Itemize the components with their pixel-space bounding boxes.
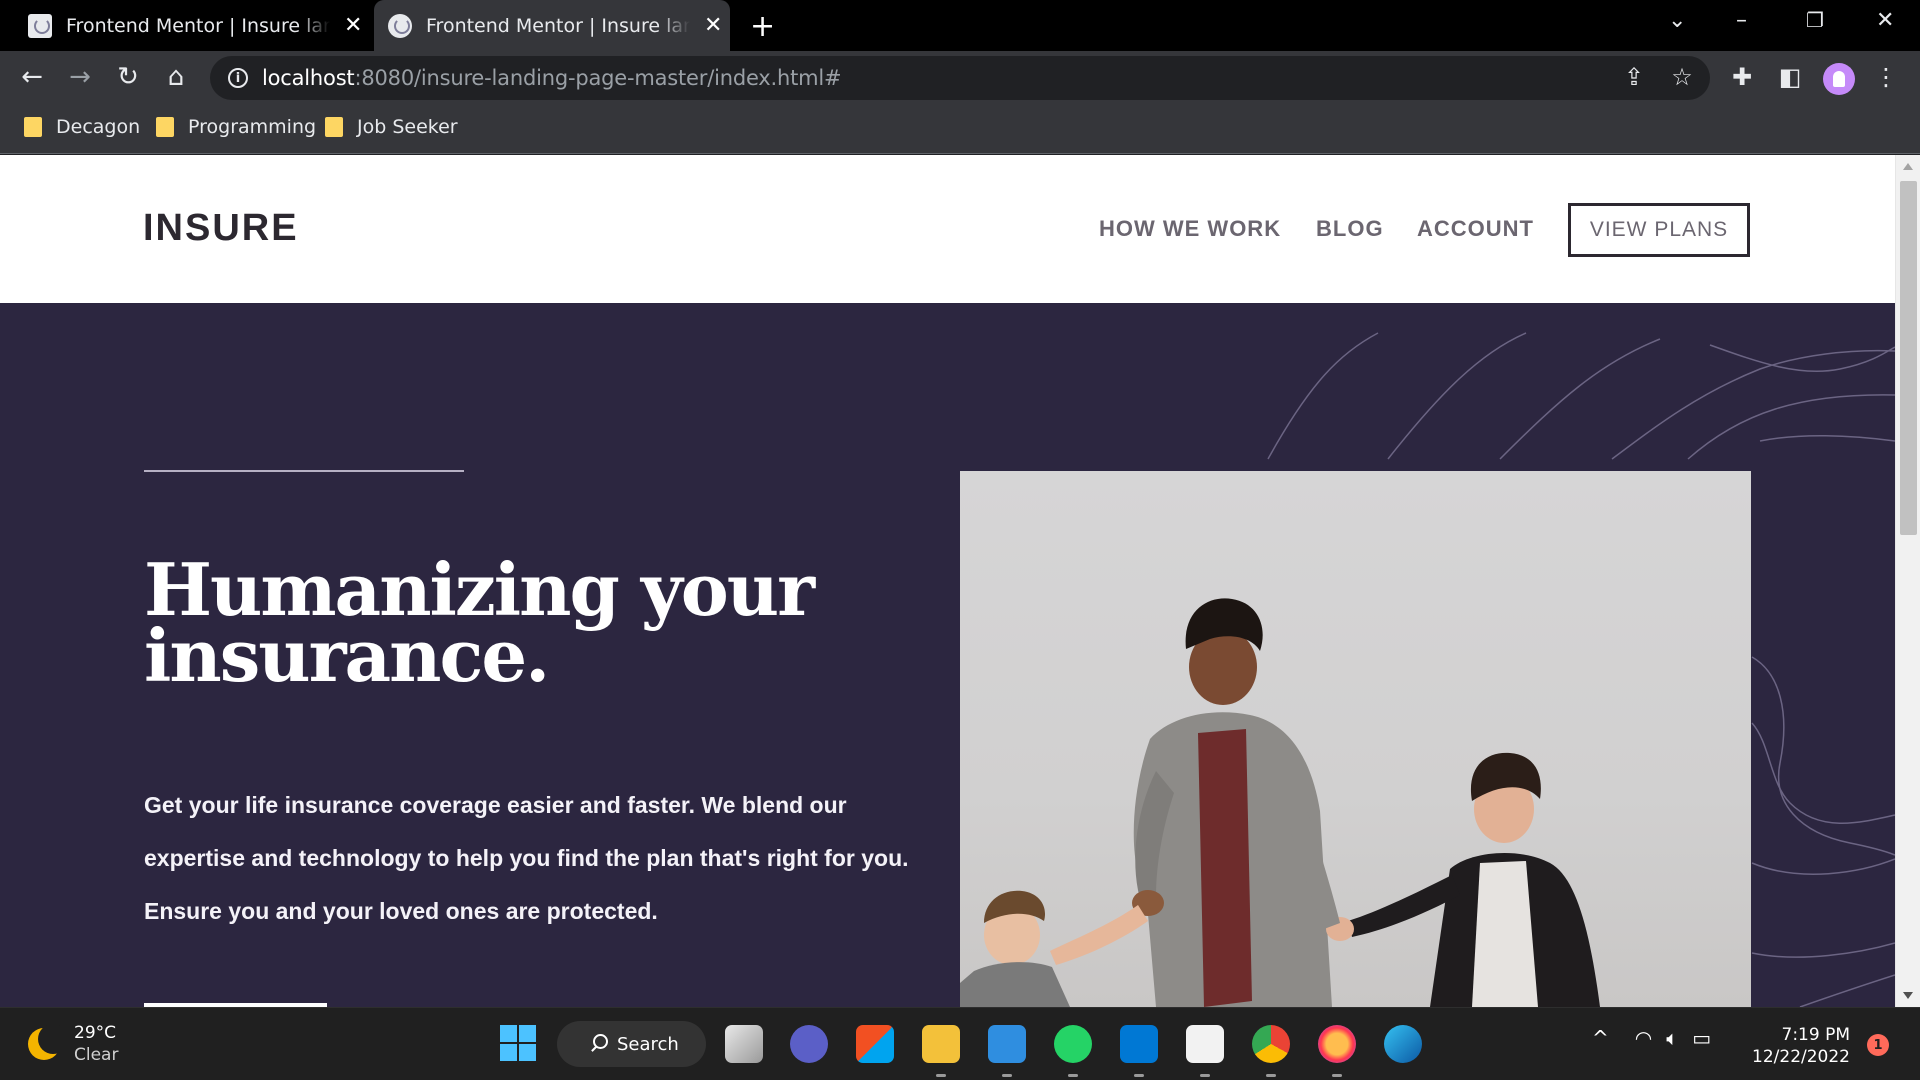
bookmark-label: Decagon xyxy=(56,116,141,138)
notification-badge[interactable]: 1 xyxy=(1867,1034,1889,1056)
bookmark-folder-decagon[interactable]: Decagon xyxy=(24,116,140,138)
site-favicon-icon xyxy=(28,13,52,38)
page-scrollbar[interactable] xyxy=(1895,155,1920,1007)
site-favicon-icon xyxy=(388,13,412,38)
bookmark-label: Job Seeker xyxy=(357,116,458,138)
volume-icon[interactable]: 🔈︎ xyxy=(1666,1026,1678,1050)
nav-link-blog[interactable]: BLOG xyxy=(1316,216,1384,242)
browser-tab-active[interactable]: Frontend Mentor | Insure landing page ✕ xyxy=(374,0,730,51)
clock-time: 7:19 PM xyxy=(1781,1025,1851,1045)
family-hero-image xyxy=(960,471,1751,1007)
wifi-icon[interactable]: ◠ xyxy=(1635,1026,1652,1050)
tab-strip: Frontend Mentor | Insure landing page ✕ … xyxy=(0,0,1920,51)
scroll-up-arrow-icon[interactable] xyxy=(1903,163,1913,170)
url-host: localhost xyxy=(262,66,355,90)
vscode-icon[interactable] xyxy=(1120,1025,1158,1077)
family-illustration xyxy=(960,598,1600,1007)
home-icon[interactable]: ⌂ xyxy=(158,59,194,95)
taskbar-search[interactable]: Search xyxy=(557,1021,706,1067)
folder-icon xyxy=(325,117,343,137)
bookmark-folder-job-seeker[interactable]: Job Seeker xyxy=(325,116,458,138)
side-panel-icon[interactable]: ◧ xyxy=(1772,59,1808,95)
site-header: INSURE HOW WE WORK BLOG ACCOUNT VIEW PLA… xyxy=(0,155,1895,303)
hero-heading: Humanizing your insurance. xyxy=(144,547,815,698)
mail-icon[interactable] xyxy=(988,1025,1026,1077)
url-text[interactable]: localhost:8080/insure-landing-page-maste… xyxy=(262,66,842,90)
folder-icon xyxy=(24,117,42,137)
search-icon xyxy=(593,1034,608,1049)
weather-condition: Clear xyxy=(74,1045,119,1065)
show-hidden-icons-chevron-icon[interactable]: ^ xyxy=(1592,1026,1609,1050)
page-viewport: INSURE HOW WE WORK BLOG ACCOUNT VIEW PLA… xyxy=(0,155,1920,1007)
extensions-puzzle-icon[interactable]: ✚ xyxy=(1724,59,1760,95)
forward-arrow-icon[interactable]: → xyxy=(62,59,98,95)
windows-taskbar: 29°C Clear Search ^ ◠ 🔈︎ ▭ 7:19 PM 12/22… xyxy=(0,1007,1920,1080)
reload-icon[interactable]: ↻ xyxy=(110,59,146,95)
tab-title: Frontend Mentor | Insure landing page xyxy=(66,14,330,37)
firefox-icon[interactable] xyxy=(1318,1025,1356,1077)
folder-icon xyxy=(156,117,174,137)
task-view-icon[interactable] xyxy=(725,1025,763,1063)
nav-link-how-we-work[interactable]: HOW WE WORK xyxy=(1099,216,1281,242)
hero-description: Get your life insurance coverage easier … xyxy=(144,792,909,924)
scroll-down-arrow-icon[interactable] xyxy=(1903,992,1913,999)
nav-link-account[interactable]: ACCOUNT xyxy=(1417,216,1534,242)
weather-widget[interactable]: 29°C Clear xyxy=(28,1022,118,1066)
chrome-icon[interactable] xyxy=(1252,1025,1290,1077)
scrollbar-thumb[interactable] xyxy=(1900,181,1917,535)
hero-section: Humanizing your insurance. Get your life… xyxy=(0,303,1895,1007)
address-bar[interactable]: i localhost:8080/insure-landing-page-mas… xyxy=(210,56,1710,100)
new-tab-button[interactable]: + xyxy=(750,9,775,44)
restore-window-icon[interactable]: ❐ xyxy=(1806,8,1824,32)
view-plans-button[interactable]: VIEW PLANS xyxy=(1568,203,1750,257)
battery-icon[interactable]: ▭ xyxy=(1692,1026,1711,1050)
share-icon[interactable]: ⇪ xyxy=(1616,59,1652,95)
back-arrow-icon[interactable]: ← xyxy=(14,59,50,95)
search-label: Search xyxy=(617,1033,679,1055)
whatsapp-icon[interactable] xyxy=(1054,1025,1092,1077)
url-path: :8080/insure-landing-page-master/index.h… xyxy=(354,66,842,90)
minimize-window-icon[interactable]: – xyxy=(1736,8,1747,33)
hero-divider xyxy=(144,470,464,472)
bookmark-star-icon[interactable]: ☆ xyxy=(1664,59,1700,95)
moon-icon xyxy=(28,1024,68,1060)
browser-toolbar: ← → ↻ ⌂ i localhost:8080/insure-landing-… xyxy=(0,51,1920,104)
more-menu-icon[interactable]: ⋮ xyxy=(1868,59,1904,95)
tab-title: Frontend Mentor | Insure landing page xyxy=(426,14,690,37)
bookmark-folder-programming[interactable]: Programming xyxy=(156,116,316,138)
microsoft-store-icon[interactable] xyxy=(856,1025,894,1063)
profile-avatar[interactable] xyxy=(1823,63,1855,95)
tab-search-chevron-icon[interactable]: ⌄ xyxy=(1668,8,1686,33)
bookmark-label: Programming xyxy=(188,116,317,138)
close-tab-icon[interactable]: ✕ xyxy=(344,13,362,38)
bookmarks-bar: Decagon Programming Job Seeker xyxy=(0,104,1920,154)
close-window-icon[interactable]: ✕ xyxy=(1876,8,1894,33)
weather-temperature: 29°C xyxy=(74,1023,117,1043)
teams-chat-icon[interactable] xyxy=(790,1025,828,1063)
insure-logo[interactable]: INSURE xyxy=(143,207,299,250)
browser-tab[interactable]: Frontend Mentor | Insure landing page ✕ xyxy=(28,0,368,51)
edge-icon[interactable] xyxy=(1384,1025,1422,1063)
site-info-icon[interactable]: i xyxy=(228,68,248,88)
file-explorer-icon[interactable] xyxy=(922,1025,960,1077)
system-tray: ^ ◠ 🔈︎ ▭ xyxy=(1592,1026,1711,1050)
windows-start-icon[interactable] xyxy=(500,1025,538,1063)
clock-date: 12/22/2022 xyxy=(1752,1047,1850,1067)
taskbar-clock[interactable]: 7:19 PM 12/22/2022 xyxy=(1752,1024,1850,1068)
rstudio-icon[interactable] xyxy=(1186,1025,1224,1077)
close-tab-icon[interactable]: ✕ xyxy=(704,13,722,38)
